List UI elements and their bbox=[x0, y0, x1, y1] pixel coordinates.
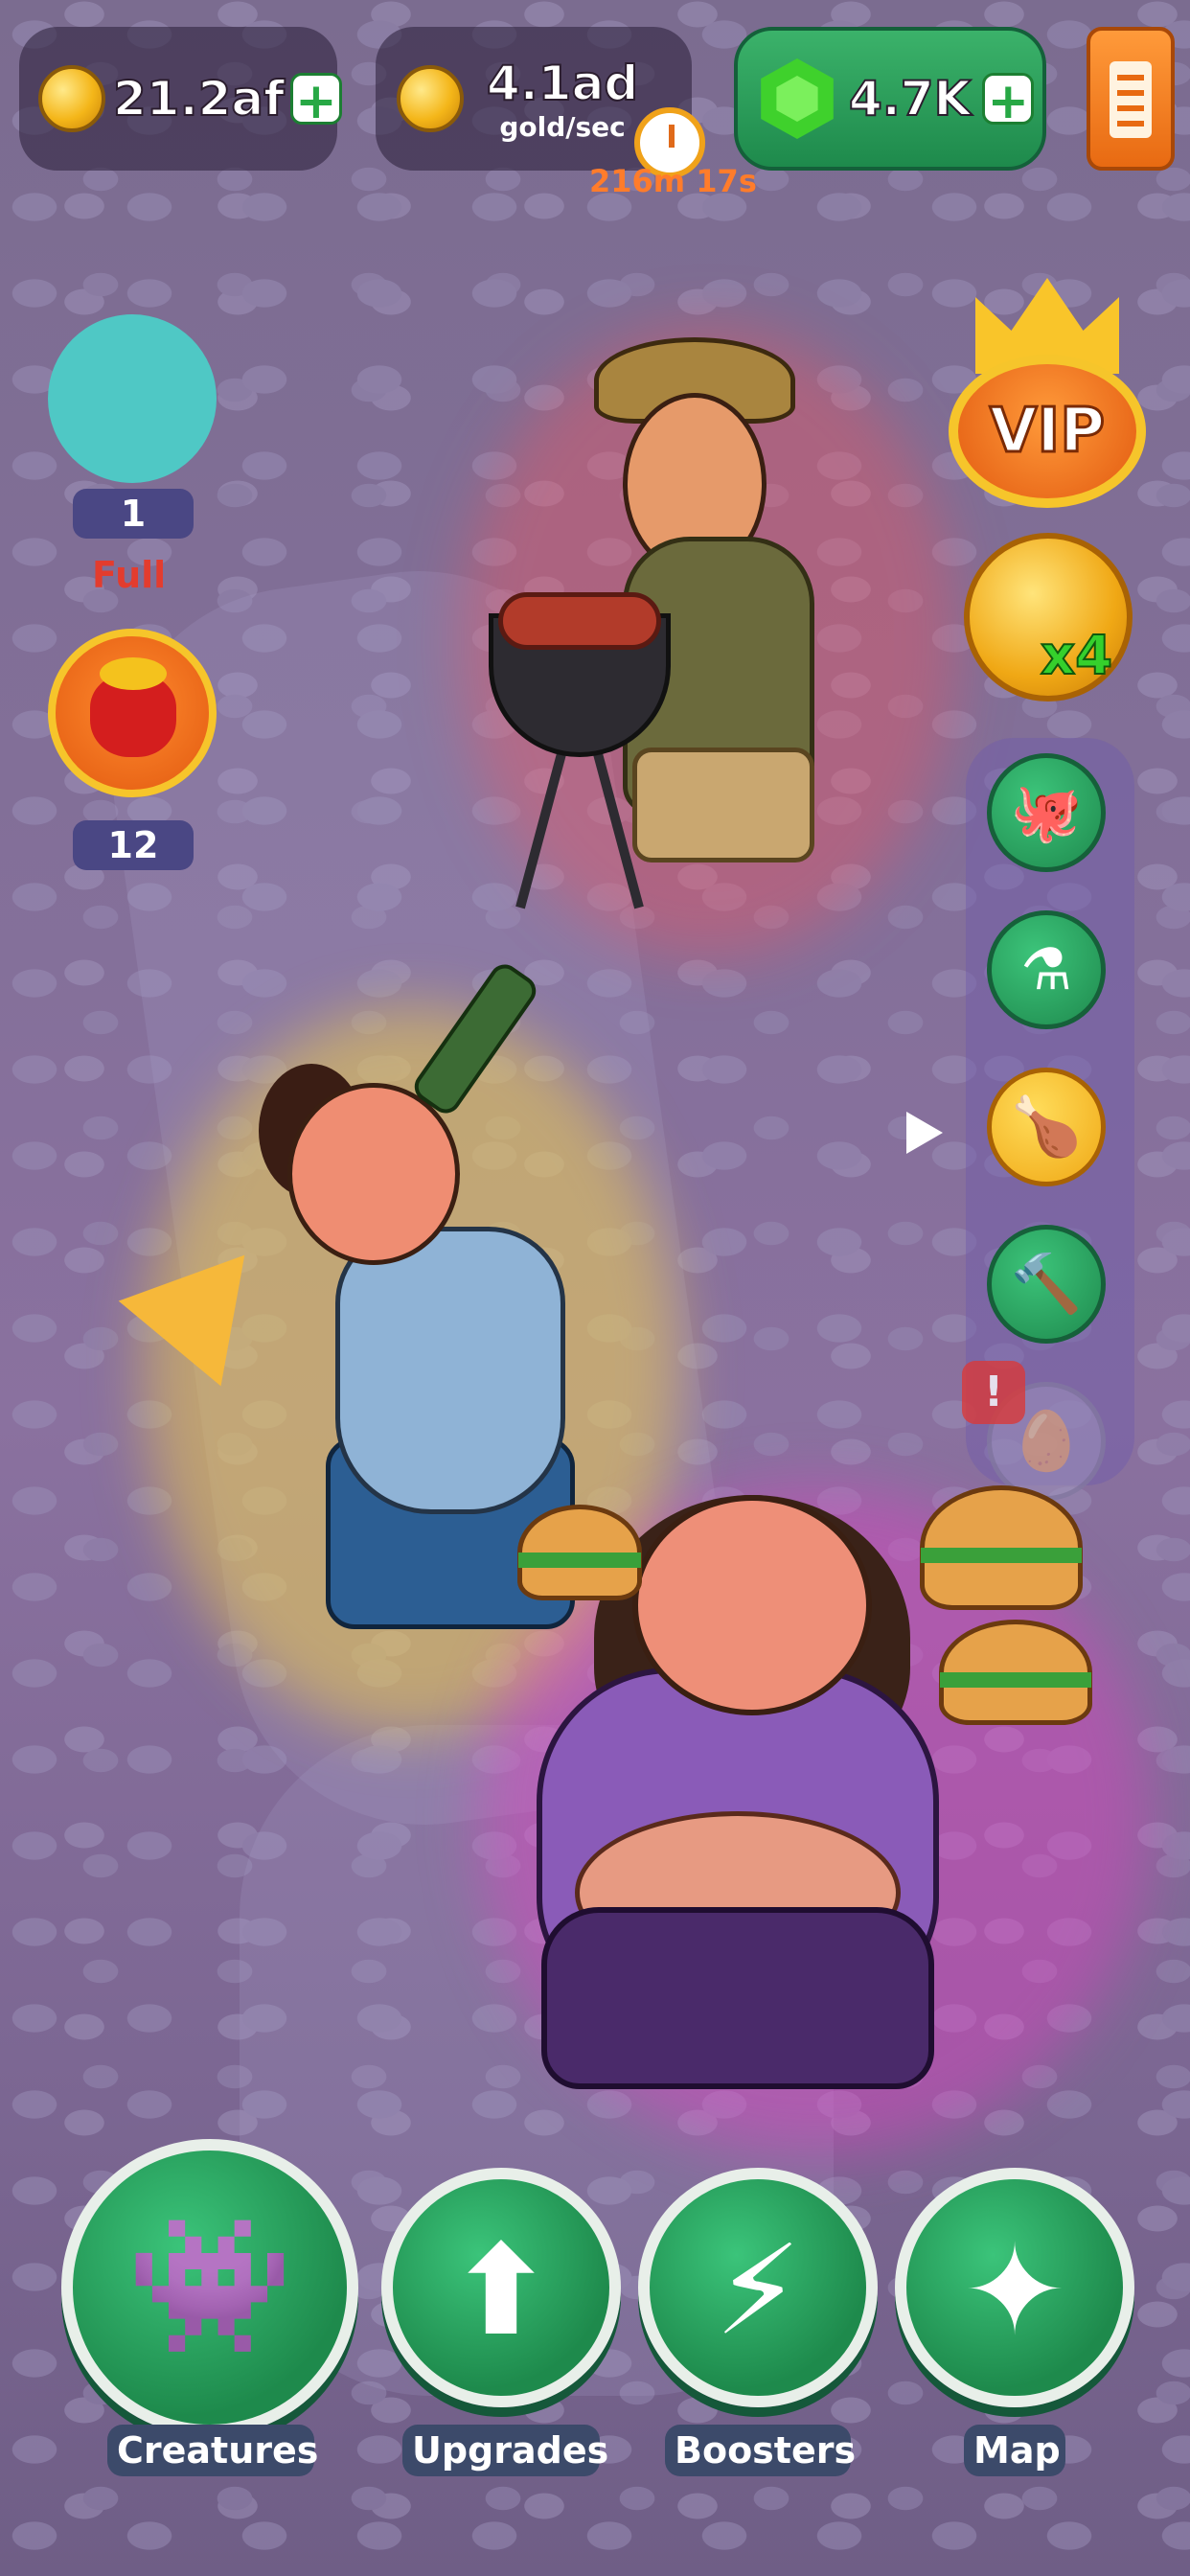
burger-eater-head bbox=[632, 1495, 872, 1715]
map-label: Map bbox=[964, 2425, 1065, 2476]
gold-rate-unit: gold/sec bbox=[499, 110, 626, 143]
add-gold-button[interactable]: + bbox=[289, 73, 342, 127]
quest-log-button[interactable] bbox=[1087, 27, 1175, 171]
burger-eater-pants bbox=[541, 1907, 934, 2089]
drumstick-icon: 🍗 bbox=[1010, 1093, 1083, 1161]
creatures-label: Creatures bbox=[107, 2425, 318, 2476]
vip-button[interactable]: VIP bbox=[949, 355, 1146, 508]
slot-status: Full bbox=[92, 554, 167, 596]
tentacle-icon: 🐙 bbox=[1010, 779, 1083, 846]
gold-bag-icon bbox=[90, 657, 176, 757]
hammer-button[interactable]: 🔨 bbox=[987, 1225, 1106, 1344]
gold-coin-icon bbox=[397, 65, 464, 132]
slot-count: 1 bbox=[73, 489, 194, 539]
alert-badge: ! bbox=[962, 1361, 1025, 1424]
burger bbox=[517, 1505, 642, 1600]
griller-shorts bbox=[632, 748, 814, 862]
upgrades-button[interactable]: ⬆ bbox=[381, 2168, 621, 2407]
gems-pill[interactable]: 4.7K + bbox=[734, 27, 1046, 171]
creature-icon: 👾 bbox=[126, 2208, 294, 2364]
steak bbox=[498, 592, 661, 650]
multiplier-label: x4 bbox=[1040, 624, 1113, 688]
pizza-eater-tanktop bbox=[335, 1227, 565, 1514]
boosters-label: Boosters bbox=[665, 2425, 856, 2476]
gold-coin-icon bbox=[38, 65, 105, 132]
drumstick-button[interactable]: 🍗 bbox=[987, 1068, 1106, 1186]
boost-timer: 216m 17s bbox=[589, 163, 757, 199]
flask-button[interactable]: ⚗ bbox=[987, 910, 1106, 1029]
bag-count: 12 bbox=[73, 820, 194, 870]
burger bbox=[920, 1485, 1083, 1610]
creatures-button[interactable]: 👾 bbox=[61, 2139, 358, 2436]
gold-rate-block: 4.1ad gold/sec bbox=[486, 55, 639, 143]
constellation-icon: ✦ bbox=[962, 2218, 1067, 2363]
boosters-button[interactable]: ⚡ bbox=[638, 2168, 878, 2407]
tentacle-button[interactable]: 🐙 bbox=[987, 753, 1106, 872]
map-button[interactable]: ✦ bbox=[895, 2168, 1134, 2407]
creature-slot-button[interactable] bbox=[48, 314, 217, 483]
arrow-up-icon: ⬆ bbox=[448, 2218, 554, 2363]
upgrades-label: Upgrades bbox=[402, 2425, 608, 2476]
notebook-icon bbox=[1110, 61, 1152, 138]
gold-total-pill[interactable]: 21.2af + bbox=[19, 27, 342, 171]
hammer-icon: 🔨 bbox=[1010, 1251, 1083, 1318]
gold-total-value: 21.2af bbox=[112, 70, 286, 127]
burger bbox=[939, 1620, 1092, 1725]
pizza-eater-head bbox=[287, 1083, 460, 1265]
gold-bag-button[interactable] bbox=[48, 629, 217, 797]
gem-icon bbox=[761, 58, 834, 139]
flask-icon: ⚗ bbox=[1020, 936, 1072, 1003]
gems-value: 4.7K bbox=[848, 70, 972, 127]
lightning-icon: ⚡ bbox=[714, 2218, 802, 2363]
selected-arrow-icon bbox=[906, 1112, 943, 1154]
gold-rate-value: 4.1ad bbox=[486, 55, 639, 112]
add-gems-button[interactable]: + bbox=[982, 73, 1035, 127]
